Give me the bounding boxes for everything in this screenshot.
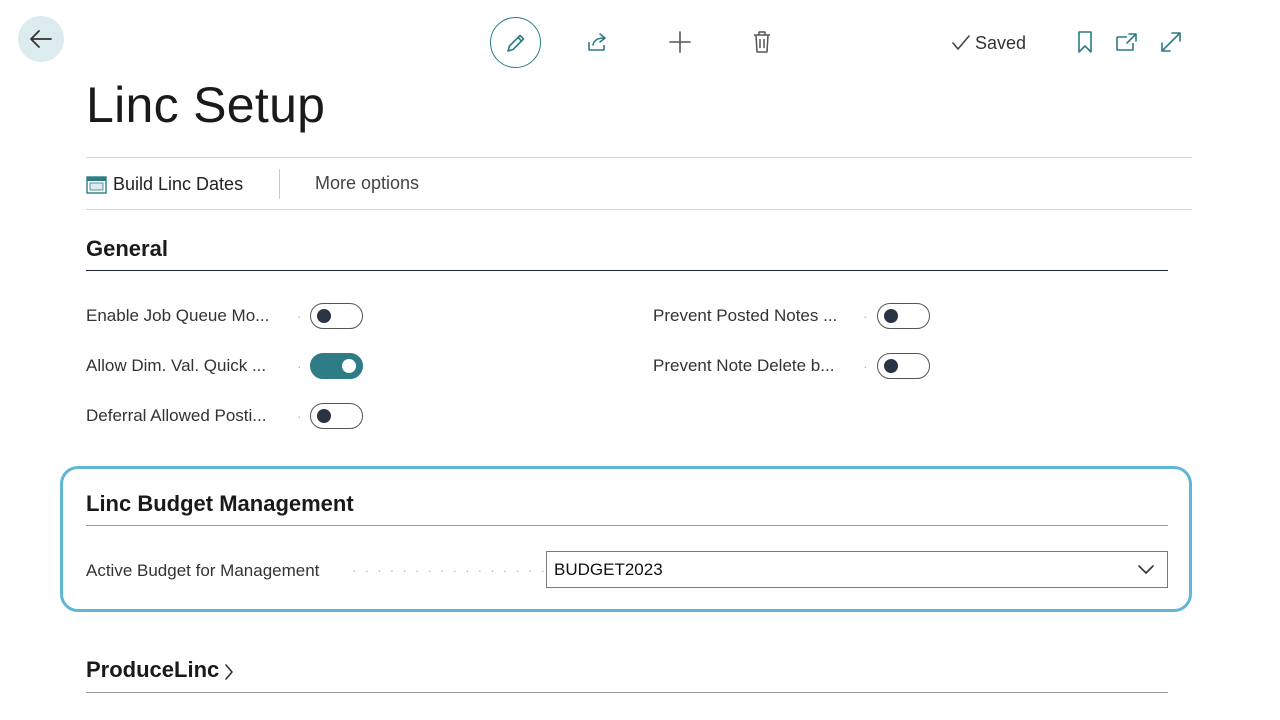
pencil-icon: [506, 34, 524, 52]
toggle-knob: [317, 409, 331, 423]
active-budget-value: BUDGET2023: [554, 559, 663, 579]
budget-section-highlight: [60, 466, 1192, 612]
build-linc-dates-label: Build Linc Dates: [113, 173, 244, 194]
chevron-down-icon: [1138, 565, 1154, 574]
toggle-knob: [317, 309, 331, 323]
budget-section-header: Linc Budget Management: [86, 491, 1168, 526]
build-linc-dates-action[interactable]: Build Linc Dates: [86, 171, 243, 197]
action-bar: Build Linc Dates More options: [86, 157, 1192, 210]
prevent-note-delete-toggle[interactable]: [877, 353, 930, 379]
open-new-window-icon: [1116, 33, 1137, 51]
plus-icon: [669, 31, 691, 53]
field-label-enable-job-queue: Enable Job Queue Mo...: [86, 306, 270, 325]
field-label-prevent-posted-notes: Prevent Posted Notes ...: [653, 306, 838, 325]
open-in-new-window-button[interactable]: [1113, 28, 1141, 56]
expand-button[interactable]: [1157, 28, 1185, 56]
calendar-icon: [86, 175, 107, 194]
field-label-active-budget: Active Budget for Management: [86, 561, 320, 580]
share-icon: [588, 33, 606, 51]
toggle-knob: [342, 359, 356, 373]
dot-separator: ·: [297, 408, 304, 424]
producelinc-section-title: ProduceLinc: [86, 657, 220, 682]
general-section-header: General: [86, 236, 1168, 271]
share-button[interactable]: [582, 28, 612, 56]
dot-separator: ·: [297, 358, 304, 374]
bookmark-button[interactable]: [1072, 28, 1098, 56]
action-divider: [279, 169, 280, 199]
edit-button[interactable]: [490, 17, 541, 68]
field-label-deferral-allowed: Deferral Allowed Posti...: [86, 406, 267, 425]
producelinc-section-header[interactable]: ProduceLinc: [86, 657, 1168, 693]
prevent-posted-notes-toggle[interactable]: [877, 303, 930, 329]
bookmark-icon: [1078, 31, 1092, 53]
saved-label: Saved: [975, 32, 1027, 53]
back-arrow-icon: [30, 30, 52, 48]
new-button[interactable]: [665, 28, 695, 56]
dot-separator: ·: [863, 358, 870, 374]
more-options-action[interactable]: More options: [315, 173, 419, 194]
enable-job-queue-toggle[interactable]: [310, 303, 363, 329]
saved-status: Saved: [951, 31, 1026, 55]
check-icon: [952, 35, 970, 50]
active-budget-select[interactable]: BUDGET2023: [546, 551, 1168, 588]
field-label-prevent-note-delete: Prevent Note Delete b...: [653, 356, 835, 375]
deferral-allowed-toggle[interactable]: [310, 403, 363, 429]
trash-icon: [754, 31, 770, 53]
dot-separator: ·: [297, 308, 304, 324]
field-label-allow-dim-val: Allow Dim. Val. Quick ...: [86, 356, 267, 375]
back-button[interactable]: [18, 16, 64, 62]
toggle-knob: [884, 359, 898, 373]
dot-separator: ·: [863, 308, 870, 324]
chevron-right-icon: [225, 664, 234, 680]
allow-dim-val-toggle[interactable]: [310, 353, 363, 379]
toggle-knob: [884, 309, 898, 323]
delete-button[interactable]: [747, 28, 777, 56]
page-title: Linc Setup: [86, 77, 326, 133]
expand-icon: [1161, 32, 1181, 52]
